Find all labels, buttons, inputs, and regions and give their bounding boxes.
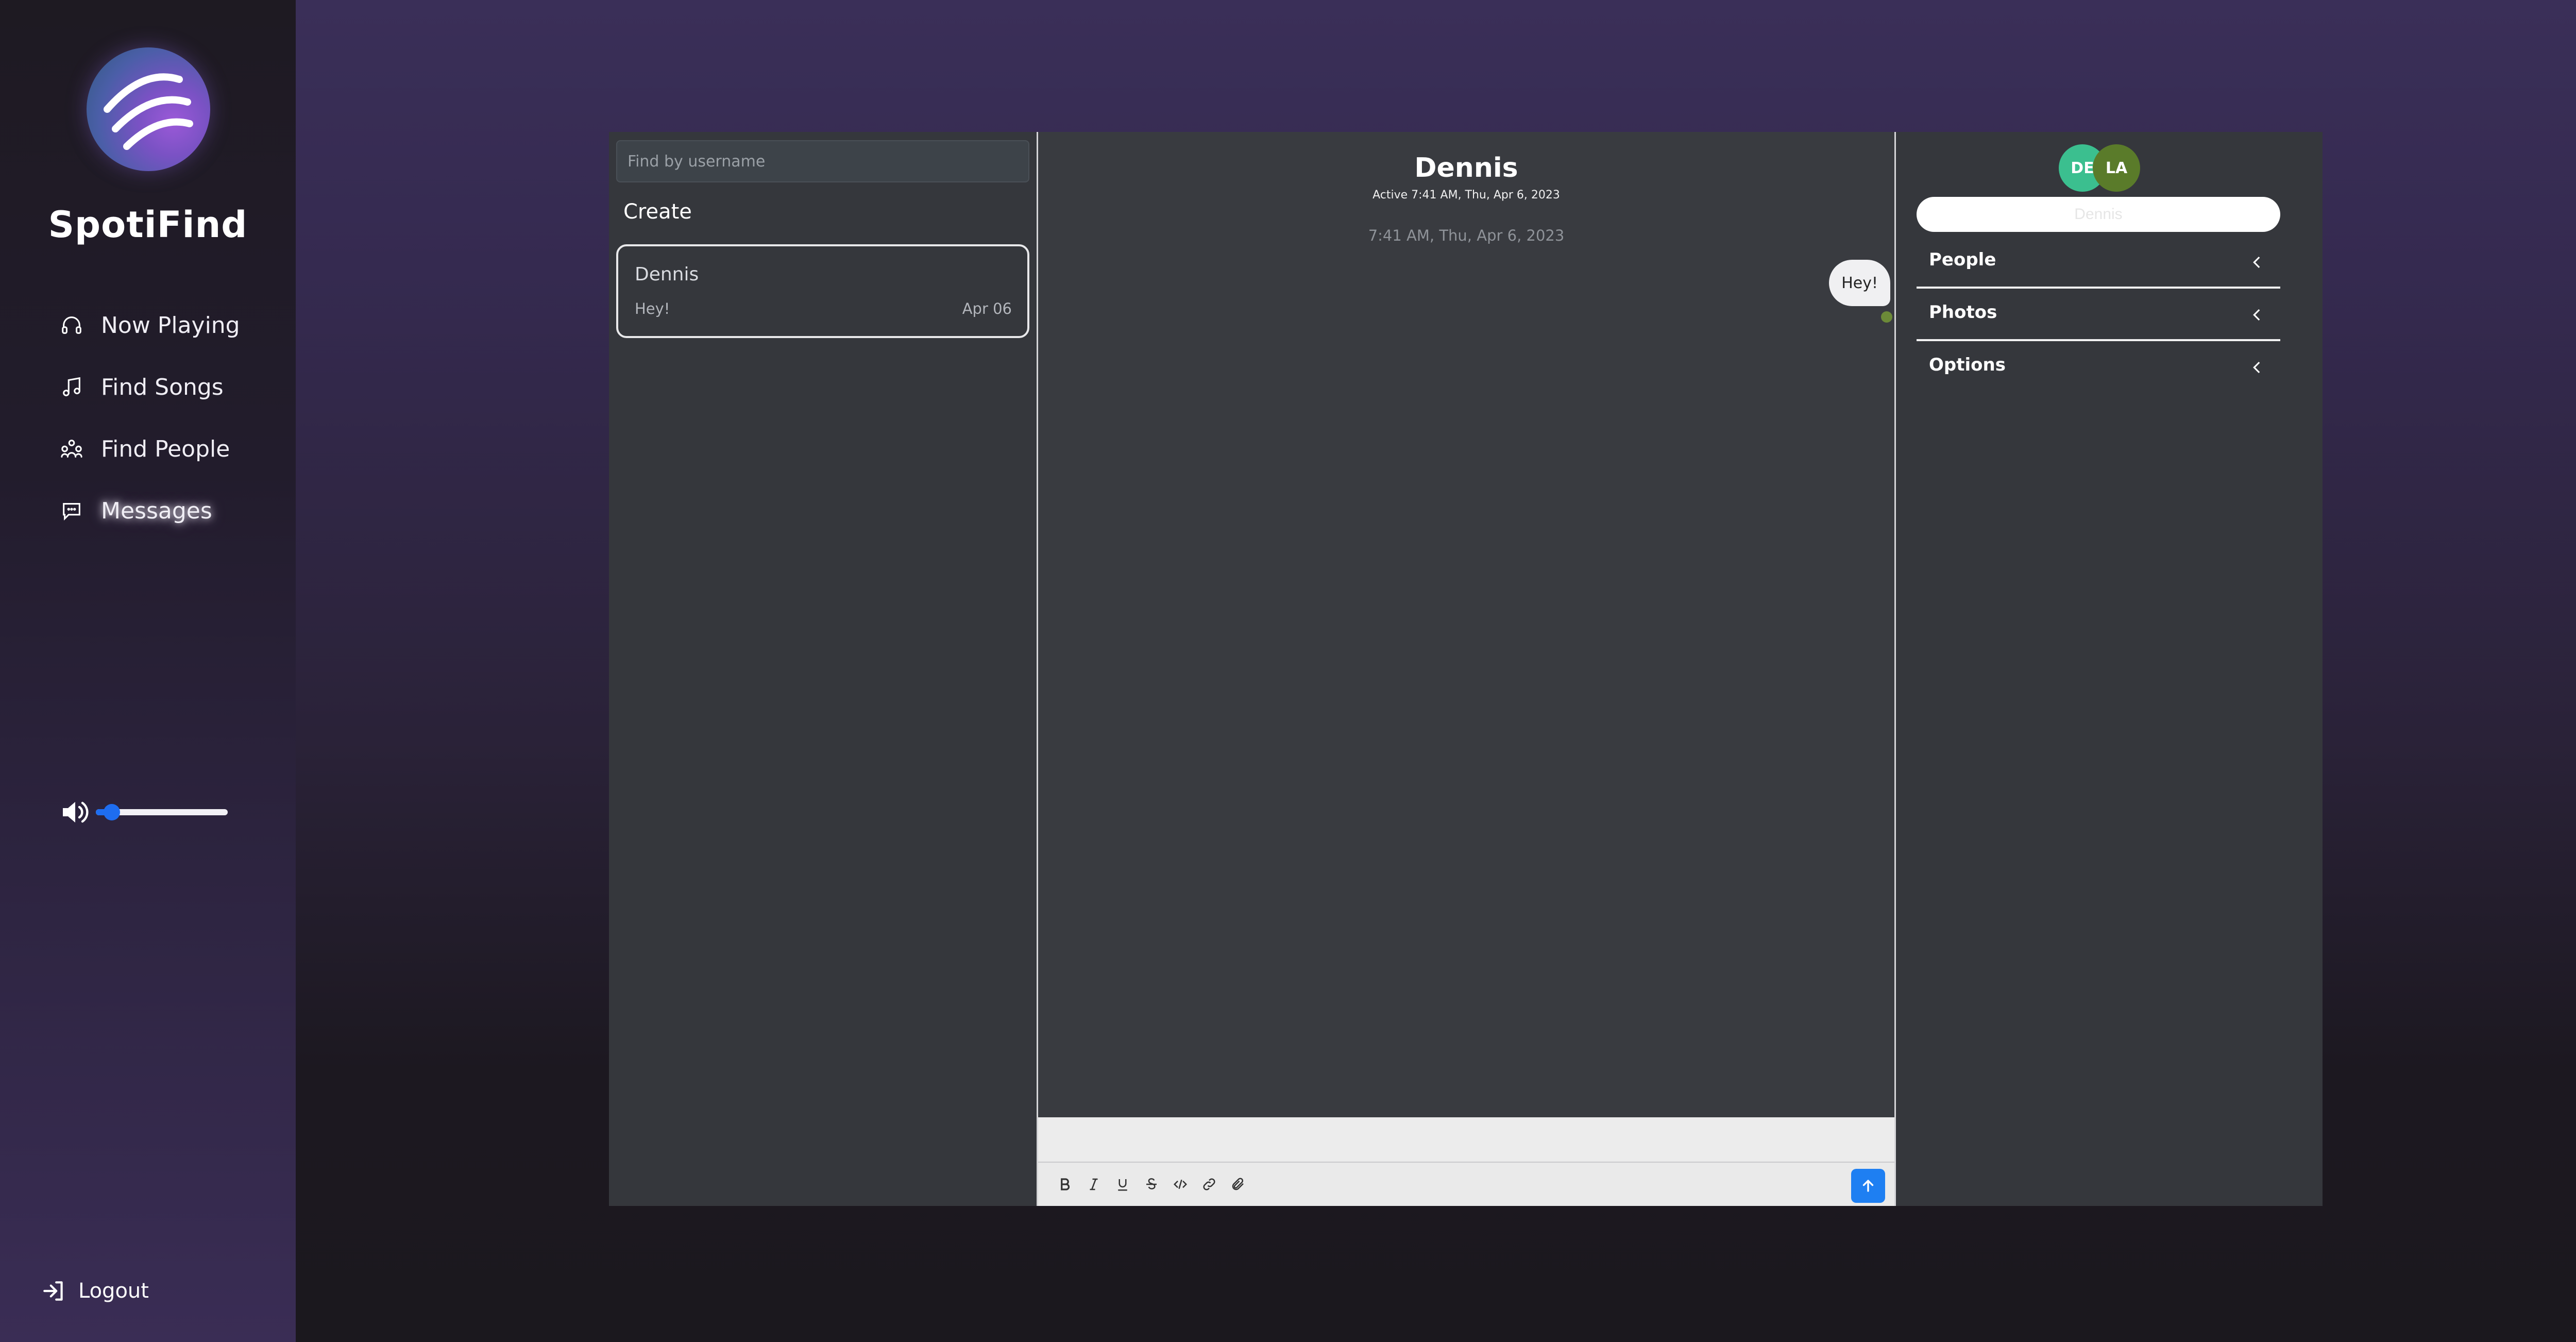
read-receipt-dot <box>1881 311 1892 323</box>
italic-button[interactable] <box>1079 1170 1108 1199</box>
conversation-date: Apr 06 <box>962 300 1012 317</box>
chevron-left-icon <box>2253 309 2260 321</box>
message-composer <box>1038 1117 1894 1206</box>
volume-thumb[interactable] <box>103 804 120 820</box>
nav-label: Find People <box>101 435 230 462</box>
nav-now-playing[interactable]: Now Playing <box>58 307 240 343</box>
username-search-input[interactable] <box>616 140 1029 182</box>
attachment-button[interactable] <box>1224 1170 1252 1199</box>
strikethrough-button[interactable] <box>1137 1170 1166 1199</box>
section-title: Options <box>1929 355 2006 375</box>
app-logo[interactable] <box>87 47 210 171</box>
nav-messages[interactable]: Messages <box>58 493 212 529</box>
nav-label: Messages <box>101 497 212 524</box>
nav-label: Now Playing <box>101 312 240 339</box>
chat-bubble-icon <box>58 497 86 525</box>
speaker-icon[interactable] <box>60 798 91 827</box>
formatting-toolbar <box>1050 1169 1252 1200</box>
section-title: Photos <box>1929 302 1997 323</box>
send-button[interactable] <box>1851 1169 1885 1203</box>
section-people[interactable]: People <box>1917 238 2280 289</box>
logout-button[interactable]: Logout <box>41 1278 149 1304</box>
underline-icon <box>1118 1179 1127 1191</box>
create-conversation-button[interactable]: Create <box>623 200 692 224</box>
code-button[interactable] <box>1166 1170 1195 1199</box>
conversation-snippet: Hey! <box>635 300 670 317</box>
underline-button[interactable] <box>1108 1170 1137 1199</box>
nav-label: Find Songs <box>101 374 224 400</box>
arrow-up-icon <box>1862 1180 1874 1192</box>
message-timestamp: 7:41 AM, Thu, Apr 6, 2023 <box>1368 227 1565 244</box>
volume-slider[interactable] <box>96 804 228 820</box>
conversation-info-panel: DE LA People Photos Options <box>1896 132 2323 1206</box>
conversation-title: Dennis <box>1414 153 1518 183</box>
volume-control <box>60 798 228 827</box>
message-input[interactable] <box>1038 1117 1894 1163</box>
chat-app: Create Dennis Hey! Apr 06 Dennis Active … <box>609 132 2323 1206</box>
music-note-icon <box>58 373 86 401</box>
conversation-list-panel: Create Dennis Hey! Apr 06 <box>609 132 1037 1206</box>
section-photos[interactable]: Photos <box>1917 291 2280 341</box>
logo-waves-icon <box>104 73 193 150</box>
section-options[interactable]: Options <box>1917 343 2280 394</box>
nav-find-songs[interactable]: Find Songs <box>58 369 224 405</box>
chevron-left-icon <box>2253 361 2260 374</box>
conversation-status: Active 7:41 AM, Thu, Apr 6, 2023 <box>1372 189 1560 202</box>
avatar[interactable]: LA <box>2093 144 2140 192</box>
conversation-name: Dennis <box>635 264 699 285</box>
link-button[interactable] <box>1195 1170 1224 1199</box>
code-icon <box>1173 1179 1188 1189</box>
participant-avatars: DE LA <box>2059 144 2146 192</box>
italic-icon <box>1090 1178 1098 1190</box>
logout-icon <box>43 1281 63 1301</box>
link-icon <box>1203 1178 1215 1190</box>
strikethrough-icon <box>1146 1178 1157 1189</box>
nav-find-people[interactable]: Find People <box>58 431 230 467</box>
attachment-icon <box>1232 1178 1244 1190</box>
conversation-view: Dennis Active 7:41 AM, Thu, Apr 6, 2023 … <box>1037 132 1896 1206</box>
bold-button[interactable] <box>1050 1170 1079 1199</box>
conversation-list-item[interactable]: Dennis Hey! Apr 06 <box>616 244 1029 338</box>
logout-label: Logout <box>78 1279 149 1303</box>
conversation-name-field[interactable] <box>1917 197 2280 232</box>
chevron-left-icon <box>2253 256 2260 269</box>
headphones-icon <box>58 311 86 339</box>
app-name: SpotiFind <box>48 204 248 246</box>
people-icon <box>58 435 86 463</box>
sidebar: SpotiFind Now Playing Find Songs Find Pe… <box>0 0 296 1342</box>
outgoing-message-bubble[interactable]: Hey! <box>1829 260 1890 306</box>
section-title: People <box>1929 249 1996 270</box>
bold-icon <box>1061 1178 1070 1190</box>
